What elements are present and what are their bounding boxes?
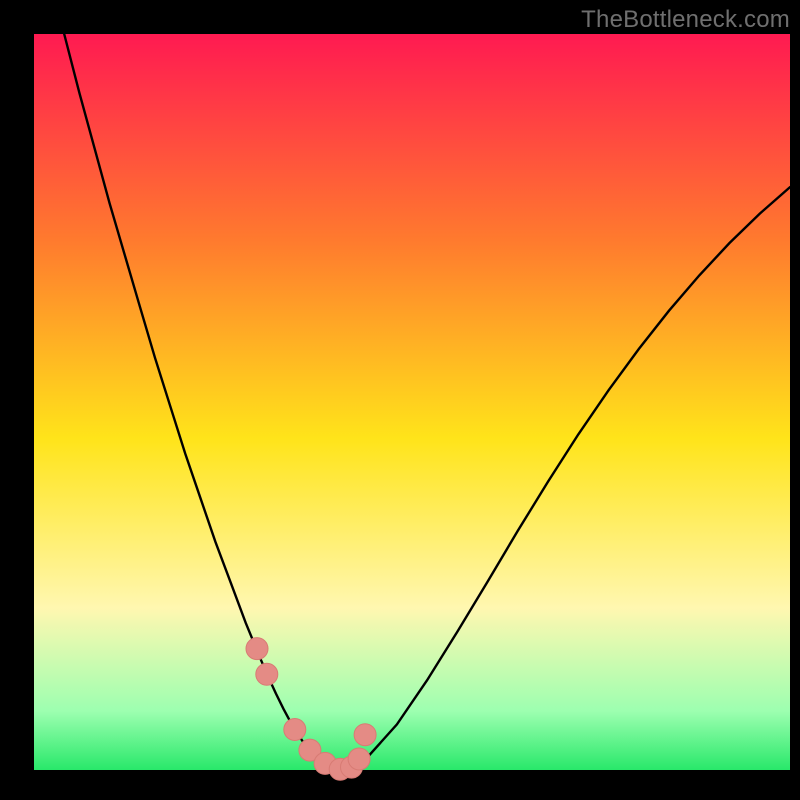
marker-dot <box>348 748 370 770</box>
marker-dot <box>246 638 268 660</box>
marker-dot <box>256 663 278 685</box>
chart-svg <box>0 0 800 800</box>
chart-stage: TheBottleneck.com <box>0 0 800 800</box>
plot-background <box>34 34 790 770</box>
marker-dot <box>284 719 306 741</box>
watermark-text: TheBottleneck.com <box>581 6 790 34</box>
marker-dot <box>354 724 376 746</box>
